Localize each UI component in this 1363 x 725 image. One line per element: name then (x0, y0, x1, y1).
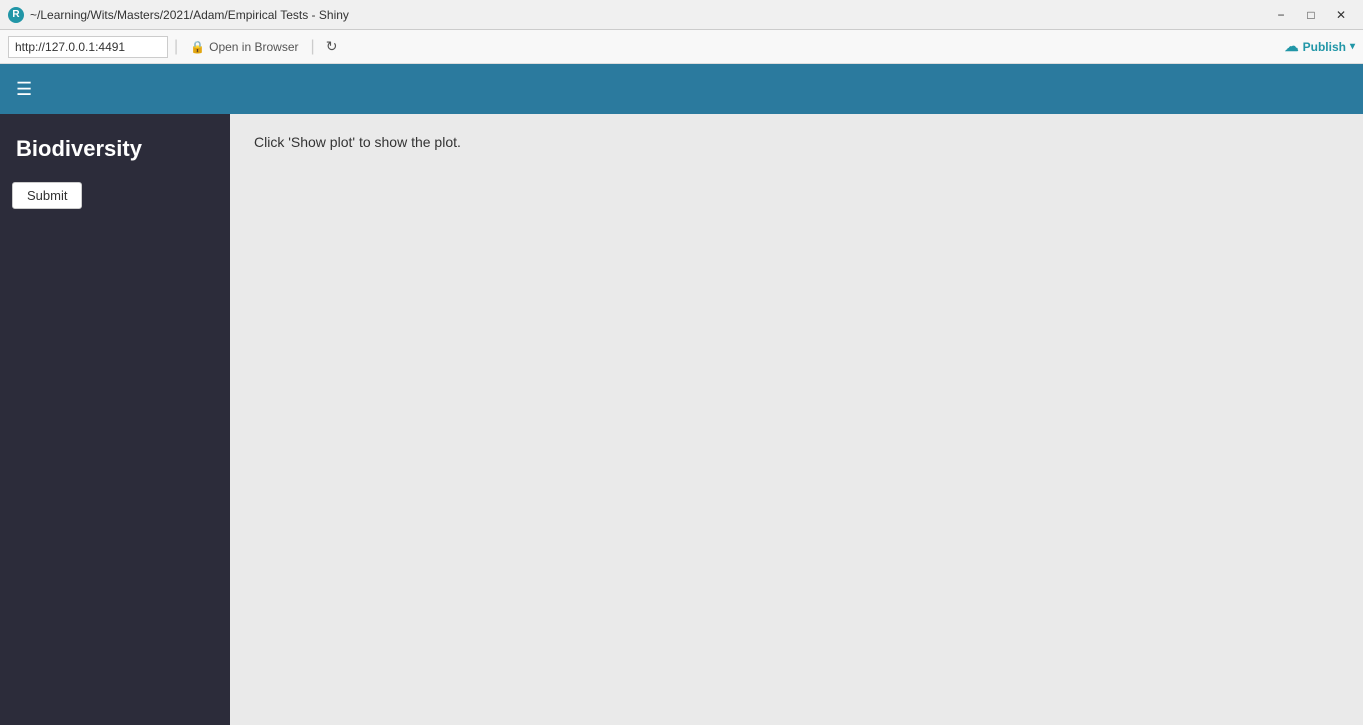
sidebar-title: Biodiversity (12, 126, 218, 182)
window-title: ~/Learning/Wits/Masters/2021/Adam/Empiri… (30, 8, 349, 22)
separator: | (174, 38, 178, 56)
plot-message: Click 'Show plot' to show the plot. (254, 134, 1339, 150)
sidebar: Biodiversity Submit (0, 114, 230, 725)
publish-button[interactable]: ☁ Publish ▾ (1285, 38, 1355, 55)
lock-icon: 🔒 (190, 40, 205, 54)
publish-icon: ☁ (1285, 38, 1299, 55)
navbar: ☰ (0, 64, 1363, 114)
open-in-browser-label: Open in Browser (209, 40, 298, 54)
navbar-menu-button[interactable]: ☰ (16, 80, 32, 98)
minimize-button[interactable]: − (1267, 4, 1295, 26)
reload-button[interactable]: ↻ (321, 36, 343, 58)
addressbar: | 🔒 Open in Browser | ↻ ☁ Publish ▾ (0, 30, 1363, 64)
address-input[interactable] (8, 36, 168, 58)
titlebar: R ~/Learning/Wits/Masters/2021/Adam/Empi… (0, 0, 1363, 30)
publish-label: Publish (1303, 40, 1346, 54)
close-button[interactable]: ✕ (1327, 4, 1355, 26)
publish-chevron-icon: ▾ (1350, 41, 1355, 52)
separator2: | (310, 38, 314, 56)
content-area: Click 'Show plot' to show the plot. (230, 114, 1363, 725)
app-container: ☰ Biodiversity Submit Click 'Show plot' … (0, 64, 1363, 725)
maximize-button[interactable]: □ (1297, 4, 1325, 26)
window-controls: − □ ✕ (1267, 4, 1355, 26)
main-area: Biodiversity Submit Click 'Show plot' to… (0, 114, 1363, 725)
app-icon: R (8, 7, 24, 23)
submit-button[interactable]: Submit (12, 182, 82, 209)
open-in-browser-button[interactable]: 🔒 Open in Browser (184, 38, 304, 56)
